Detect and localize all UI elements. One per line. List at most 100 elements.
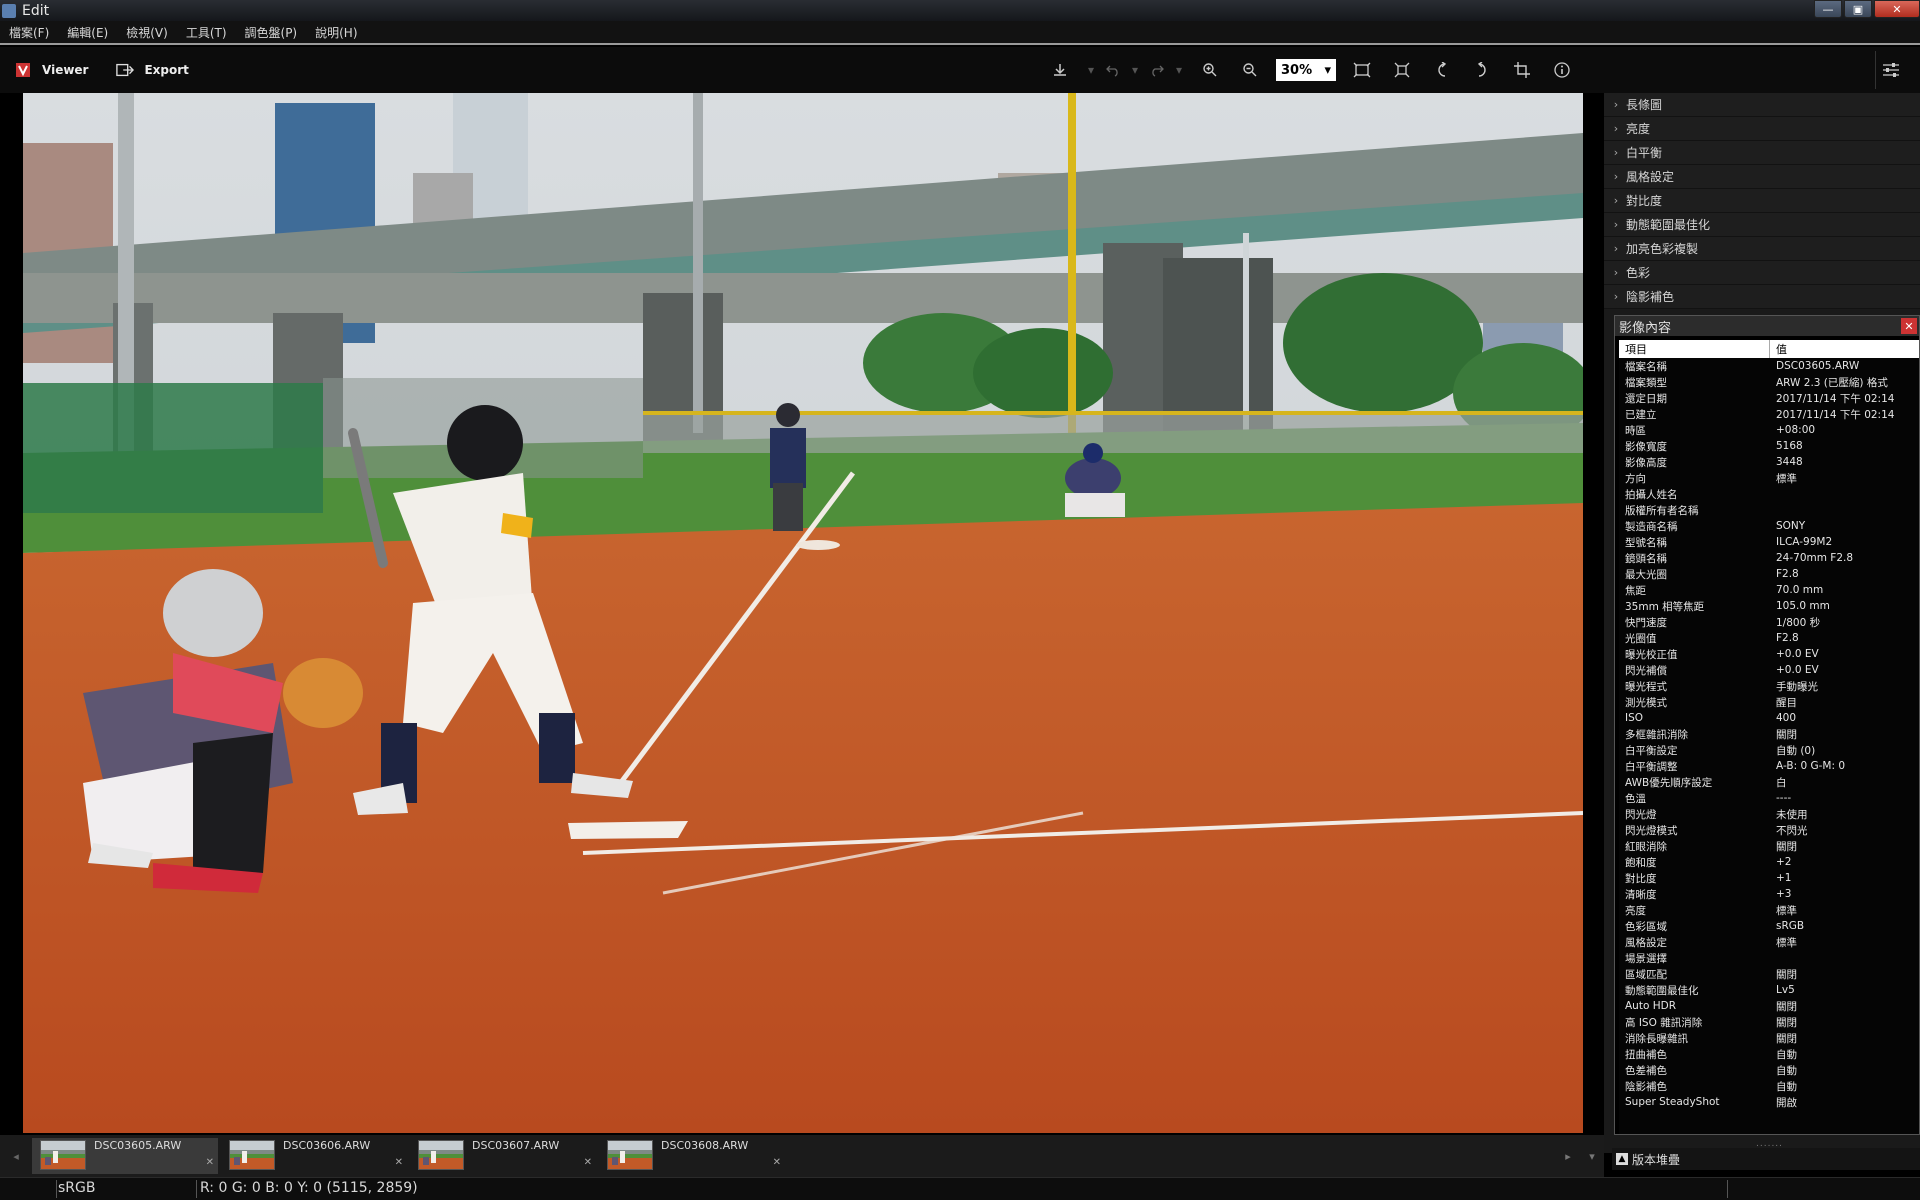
- property-row[interactable]: 清晰度 +3: [1619, 886, 1919, 902]
- property-row[interactable]: 陰影補色 自動: [1619, 1078, 1919, 1094]
- expand-up-icon[interactable]: ▲: [1616, 1153, 1628, 1165]
- adj-item-highlight[interactable]: › 加亮色彩複製: [1604, 237, 1920, 261]
- property-row[interactable]: 時區 +08:00: [1619, 422, 1919, 438]
- property-row[interactable]: 方向 標準: [1619, 470, 1919, 486]
- property-row[interactable]: 場景選擇: [1619, 950, 1919, 966]
- adjust-settings-icon[interactable]: [1878, 57, 1904, 83]
- column-header-value[interactable]: 值: [1770, 341, 1787, 357]
- property-row[interactable]: 多框雜訊消除 關閉: [1619, 726, 1919, 742]
- property-row[interactable]: 區域匹配 關閉: [1619, 966, 1919, 982]
- image-viewer[interactable]: [0, 93, 1600, 1135]
- adj-item-creative-style[interactable]: › 風格設定: [1604, 165, 1920, 189]
- filmstrip-thumbnail[interactable]: DSC03607.ARW ✕: [410, 1138, 596, 1174]
- property-row[interactable]: 色溫 ----: [1619, 790, 1919, 806]
- zoom-select[interactable]: 30% ▾: [1276, 59, 1336, 81]
- property-row[interactable]: 影像寬度 5168: [1619, 438, 1919, 454]
- close-icon[interactable]: ✕: [773, 1157, 781, 1168]
- minimize-button[interactable]: —: [1814, 0, 1842, 18]
- menu-help[interactable]: 說明(H): [306, 24, 366, 41]
- property-row[interactable]: 光圈值 F2.8: [1619, 630, 1919, 646]
- rotate-right-icon[interactable]: [1462, 55, 1502, 85]
- adj-item-histogram[interactable]: › 長條圖: [1604, 93, 1920, 117]
- save-icon[interactable]: [1040, 55, 1080, 85]
- property-row[interactable]: 快門速度 1/800 秒: [1619, 614, 1919, 630]
- menu-view[interactable]: 檢視(V): [117, 24, 177, 41]
- zoom-out-icon[interactable]: [1230, 55, 1270, 85]
- property-row[interactable]: 檔案類型 ARW 2.3 (已壓縮) 格式: [1619, 374, 1919, 390]
- zoom-in-icon[interactable]: [1190, 55, 1230, 85]
- property-row[interactable]: 白平衡調整 A-B: 0 G-M: 0: [1619, 758, 1919, 774]
- info-icon[interactable]: [1542, 55, 1582, 85]
- property-row[interactable]: 最大光圈 F2.8: [1619, 566, 1919, 582]
- adj-item-brightness[interactable]: › 亮度: [1604, 117, 1920, 141]
- property-row[interactable]: 消除長曝雜訊 關閉: [1619, 1030, 1919, 1046]
- close-icon[interactable]: ✕: [1901, 318, 1917, 334]
- thumbnail-image[interactable]: [607, 1140, 653, 1170]
- column-header-item[interactable]: 項目: [1619, 340, 1770, 358]
- property-row[interactable]: 製造商名稱 SONY: [1619, 518, 1919, 534]
- property-row[interactable]: 曝光程式 手動曝光: [1619, 678, 1919, 694]
- property-row[interactable]: 對比度 +1: [1619, 870, 1919, 886]
- property-row[interactable]: 扭曲補色 自動: [1619, 1046, 1919, 1062]
- property-row[interactable]: 焦距 70.0 mm: [1619, 582, 1919, 598]
- viewer-button[interactable]: Viewer: [0, 55, 102, 85]
- fit-screen-icon[interactable]: [1342, 55, 1382, 85]
- menu-tools[interactable]: 工具(T): [177, 24, 236, 41]
- property-row[interactable]: 拍攝人姓名: [1619, 486, 1919, 502]
- property-row[interactable]: 飽和度 +2: [1619, 854, 1919, 870]
- filmstrip-prev-icon[interactable]: ◂: [0, 1150, 32, 1163]
- thumbnail-image[interactable]: [40, 1140, 86, 1170]
- filmstrip-thumbnail[interactable]: DSC03608.ARW ✕: [599, 1138, 785, 1174]
- property-row[interactable]: 測光模式 醒目: [1619, 694, 1919, 710]
- close-button[interactable]: ✕: [1874, 0, 1920, 18]
- property-row[interactable]: AWB優先順序設定 白: [1619, 774, 1919, 790]
- menu-palette[interactable]: 調色盤(P): [236, 24, 307, 41]
- version-stack-bar[interactable]: ▲ 版本堆疊: [1612, 1148, 1920, 1170]
- property-row[interactable]: 色彩區域 sRGB: [1619, 918, 1919, 934]
- property-row[interactable]: 閃光補償 +0.0 EV: [1619, 662, 1919, 678]
- undo-dropdown-icon[interactable]: ▾: [1124, 55, 1146, 85]
- photo-preview[interactable]: [23, 93, 1583, 1133]
- adj-item-shading[interactable]: › 陰影補色: [1604, 285, 1920, 309]
- property-row[interactable]: 風格設定 標準: [1619, 934, 1919, 950]
- filmstrip-next-icon[interactable]: ▸: [1556, 1150, 1580, 1163]
- close-icon[interactable]: ✕: [395, 1157, 403, 1168]
- property-row[interactable]: 白平衡設定 自動 (0): [1619, 742, 1919, 758]
- thumbnail-image[interactable]: [418, 1140, 464, 1170]
- property-row[interactable]: 動態範圍最佳化 Lv5: [1619, 982, 1919, 998]
- property-row[interactable]: 閃光燈 未使用: [1619, 806, 1919, 822]
- menu-file[interactable]: 檔案(F): [0, 24, 58, 41]
- redo-icon[interactable]: [1146, 55, 1168, 85]
- property-row[interactable]: 影像高度 3448: [1619, 454, 1919, 470]
- save-dropdown-icon[interactable]: ▾: [1080, 55, 1102, 85]
- menu-edit[interactable]: 編輯(E): [58, 24, 117, 41]
- property-row[interactable]: 已建立 2017/11/14 下午 02:14: [1619, 406, 1919, 422]
- property-row[interactable]: 還定日期 2017/11/14 下午 02:14: [1619, 390, 1919, 406]
- property-row[interactable]: 檔案名稱 DSC03605.ARW: [1619, 358, 1919, 374]
- export-button[interactable]: Export: [102, 55, 202, 85]
- maximize-button[interactable]: ▣: [1844, 0, 1872, 18]
- property-row[interactable]: Auto HDR 關閉: [1619, 998, 1919, 1014]
- adj-item-white-balance[interactable]: › 白平衡: [1604, 141, 1920, 165]
- rotate-left-icon[interactable]: [1422, 55, 1462, 85]
- property-row[interactable]: 35mm 相等焦距 105.0 mm: [1619, 598, 1919, 614]
- filmstrip-menu-icon[interactable]: ▾: [1580, 1150, 1604, 1163]
- redo-dropdown-icon[interactable]: ▾: [1168, 55, 1190, 85]
- crop-icon[interactable]: [1502, 55, 1542, 85]
- actual-size-icon[interactable]: [1382, 55, 1422, 85]
- property-row[interactable]: ISO 400: [1619, 710, 1919, 726]
- filmstrip-thumbnail[interactable]: DSC03606.ARW ✕: [221, 1138, 407, 1174]
- property-row[interactable]: 型號名稱 ILCA-99M2: [1619, 534, 1919, 550]
- property-row[interactable]: 亮度 標準: [1619, 902, 1919, 918]
- adj-item-contrast[interactable]: › 對比度: [1604, 189, 1920, 213]
- property-row[interactable]: Super SteadyShot 開啟: [1619, 1094, 1919, 1110]
- close-icon[interactable]: ✕: [206, 1157, 214, 1168]
- properties-table[interactable]: 項目 值 檔案名稱 DSC03605.ARW 檔案類型 ARW 2.3 (已壓縮) 格…: [1619, 340, 1919, 1134]
- close-icon[interactable]: ✕: [584, 1157, 592, 1168]
- property-row[interactable]: 閃光燈模式 不閃光: [1619, 822, 1919, 838]
- filmstrip-thumbnail[interactable]: DSC03605.ARW ✕: [32, 1138, 218, 1174]
- property-row[interactable]: 色差補色 自動: [1619, 1062, 1919, 1078]
- property-row[interactable]: 高 ISO 雜訊消除 關閉: [1619, 1014, 1919, 1030]
- property-row[interactable]: 鏡頭名稱 24-70mm F2.8: [1619, 550, 1919, 566]
- property-row[interactable]: 紅眼消除 關閉: [1619, 838, 1919, 854]
